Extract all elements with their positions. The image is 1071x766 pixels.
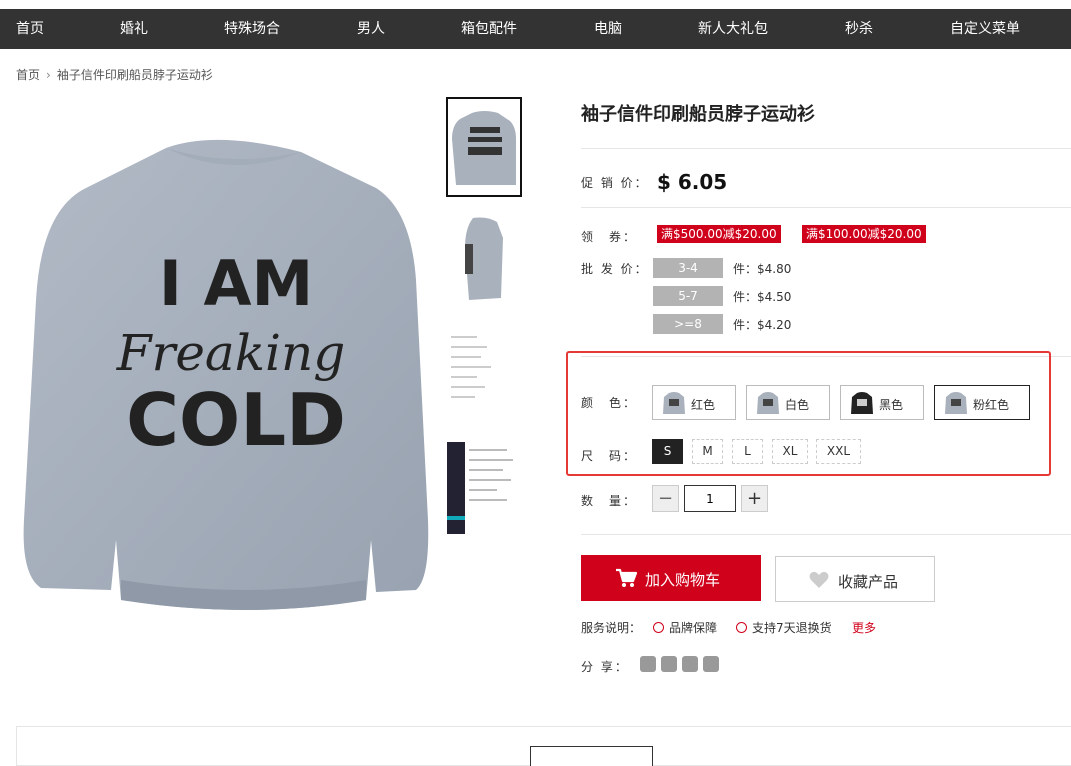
nav-item-bags[interactable]: 箱包配件 xyxy=(461,9,517,49)
color-option-label: 红色 xyxy=(691,398,716,412)
top-strip xyxy=(0,0,1071,9)
product-title: 袖子信件印刷船员脖子运动衫 xyxy=(581,104,815,125)
shirt-print-line1: I AM xyxy=(159,247,313,320)
wholesale-price: 件：$4.80 xyxy=(733,262,792,276)
details-tab[interactable] xyxy=(530,746,653,766)
cart-icon xyxy=(616,568,637,587)
thumbnail-side-image xyxy=(465,217,503,300)
color-option-red[interactable]: 红色 xyxy=(652,385,736,420)
wholesale-price: 件：$4.50 xyxy=(733,290,792,304)
service-text: 支持7天退换货 xyxy=(752,621,832,635)
coupon-100[interactable]: 满$100.00减$20.00 xyxy=(802,225,926,243)
breadcrumb-current: 袖子信件印刷船员脖子运动衫 xyxy=(56,68,213,82)
shirt-print-line2: Freaking xyxy=(116,324,346,382)
breadcrumb: 首页 › 袖子信件印刷船员脖子运动衫 xyxy=(16,66,213,83)
favorite-label: 收藏产品 xyxy=(838,573,899,591)
thumbnail-front-image xyxy=(452,111,516,185)
add-to-cart-label: 加入购物车 xyxy=(645,571,721,589)
main-nav: 首页 婚礼 特殊场合 男人 箱包配件 电脑 新人大礼包 秒杀 自定义菜单 xyxy=(0,9,1071,49)
quantity-decrease-button[interactable]: − xyxy=(652,485,679,512)
coupon-label: 领 券： xyxy=(581,230,638,244)
color-swatch-icon xyxy=(663,392,685,414)
service-item-brand: 品牌保障 xyxy=(653,619,717,636)
thumbnail-detail[interactable] xyxy=(446,437,522,537)
wholesale-range: 3-4 xyxy=(653,258,723,278)
nav-item-men[interactable]: 男人 xyxy=(357,9,385,49)
color-option-white[interactable]: 白色 xyxy=(746,385,830,420)
check-circle-icon xyxy=(653,622,664,633)
color-option-black[interactable]: 黑色 xyxy=(840,385,924,420)
nav-item-newcomer-gift[interactable]: 新人大礼包 xyxy=(698,9,768,49)
divider xyxy=(581,534,1071,535)
thumbnail-side[interactable] xyxy=(446,207,522,307)
size-label: 尺 码： xyxy=(581,449,638,463)
color-option-label: 粉红色 xyxy=(973,398,1010,412)
promo-price: $ 6.05 xyxy=(657,170,728,194)
nav-item-custom-menu[interactable]: 自定义菜单 xyxy=(950,9,1020,49)
nav-item-wedding[interactable]: 婚礼 xyxy=(120,9,148,49)
main-product-image: I AM Freaking COLD xyxy=(23,139,429,610)
service-label: 服务说明： xyxy=(581,621,642,635)
coupon-500[interactable]: 满$500.00减$20.00 xyxy=(657,225,781,243)
color-option-pink[interactable]: 粉红色 xyxy=(934,385,1030,420)
service-item-return: 支持7天退换货 xyxy=(736,619,832,636)
wholesale-label: 批 发 价： xyxy=(581,262,649,276)
wholesale-range: 5-7 xyxy=(653,286,723,306)
size-option-xl[interactable]: XL xyxy=(772,439,808,464)
weibo-icon[interactable] xyxy=(640,656,656,672)
quantity-label: 数 量： xyxy=(581,494,638,508)
size-option-s[interactable]: S xyxy=(652,439,683,464)
heart-icon xyxy=(809,571,829,588)
favorite-button[interactable]: 收藏产品 xyxy=(775,556,935,602)
check-circle-icon xyxy=(736,622,747,633)
qq-icon[interactable] xyxy=(703,656,719,672)
divider xyxy=(581,207,1071,208)
wholesale-price: 件：$4.20 xyxy=(733,318,792,332)
service-text: 品牌保障 xyxy=(669,621,718,635)
breadcrumb-home[interactable]: 首页 xyxy=(16,68,40,82)
promo-price-label: 促 销 价： xyxy=(581,176,649,190)
size-option-m[interactable]: M xyxy=(692,439,723,464)
quantity-increase-button[interactable]: + xyxy=(741,485,768,512)
service-more-link[interactable]: 更多 xyxy=(852,619,876,636)
breadcrumb-separator: › xyxy=(46,68,51,82)
thumbnail-size-chart-image xyxy=(451,336,491,398)
color-swatch-icon xyxy=(757,392,779,414)
size-option-xxl[interactable]: XXL xyxy=(816,439,861,464)
qzone-icon[interactable] xyxy=(682,656,698,672)
thumbnail-detail-image xyxy=(447,442,513,534)
wechat-icon[interactable] xyxy=(661,656,677,672)
share-label: 分 享： xyxy=(581,660,629,674)
nav-item-special-occasion[interactable]: 特殊场合 xyxy=(224,9,280,49)
thumbnail-size-chart[interactable] xyxy=(446,322,522,422)
size-option-l[interactable]: L xyxy=(732,439,763,464)
nav-item-computers[interactable]: 电脑 xyxy=(594,9,622,49)
wholesale-range: >=8 xyxy=(653,314,723,334)
nav-item-flash-sale[interactable]: 秒杀 xyxy=(845,9,873,49)
thumbnail-front[interactable] xyxy=(446,97,522,197)
color-option-label: 白色 xyxy=(785,398,810,412)
color-swatch-icon xyxy=(851,392,873,414)
add-to-cart-button[interactable]: 加入购物车 xyxy=(581,555,761,601)
shirt-print-line3: COLD xyxy=(126,378,346,462)
color-option-label: 黑色 xyxy=(879,398,904,412)
quantity-input[interactable] xyxy=(684,485,736,512)
color-label: 颜 色： xyxy=(581,396,638,410)
divider xyxy=(581,148,1071,149)
nav-item-home[interactable]: 首页 xyxy=(16,9,44,49)
color-swatch-icon xyxy=(945,392,967,414)
